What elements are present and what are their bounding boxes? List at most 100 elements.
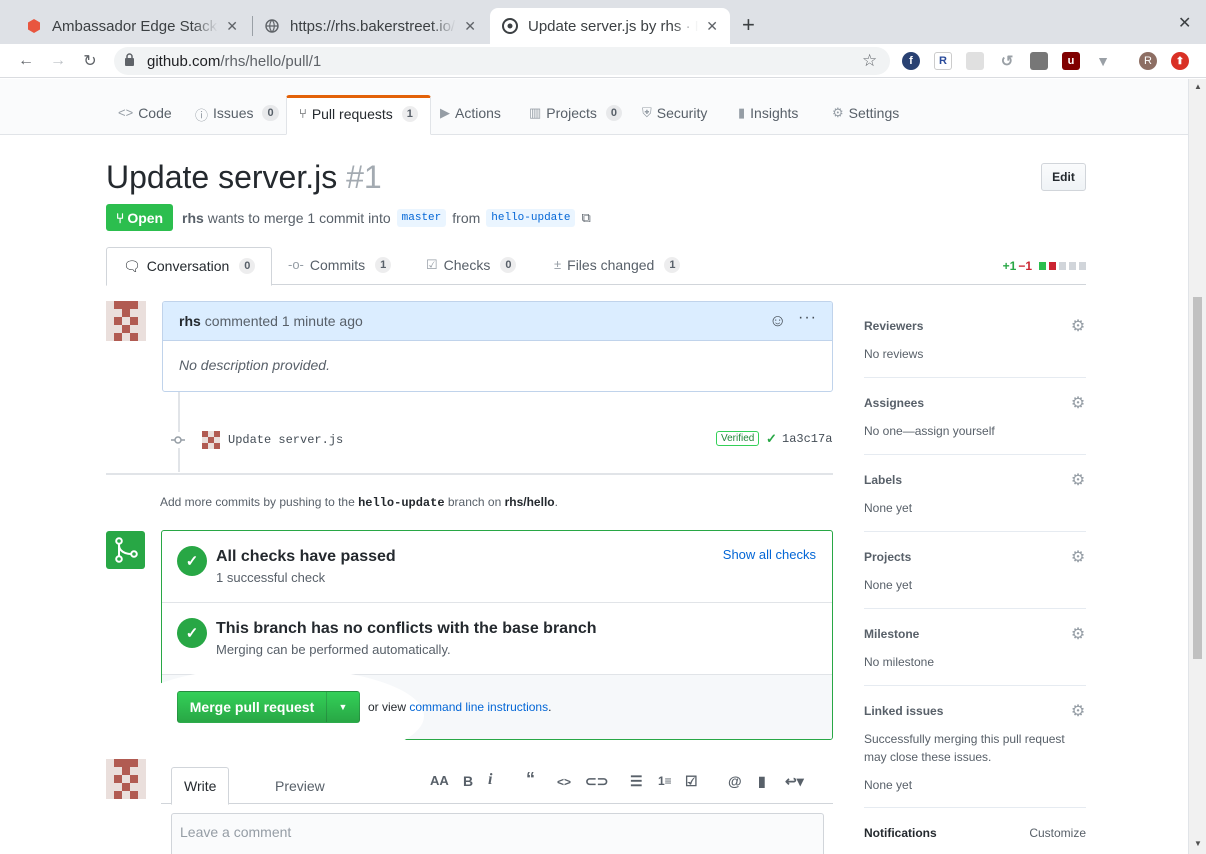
lock-icon (124, 53, 138, 69)
head-branch[interactable]: hello-update (486, 208, 576, 227)
show-all-checks-link[interactable]: Show all checks (723, 547, 816, 562)
gear-icon[interactable]: ⚙ (1070, 319, 1086, 335)
italic-icon[interactable]: i (488, 771, 492, 789)
profile-avatar[interactable]: R (1139, 52, 1157, 70)
browser-tab-ambassador[interactable]: Ambassador Edge Stack E ✕ (14, 8, 250, 44)
text-size-icon[interactable]: AA (430, 773, 449, 788)
diff-stat: +1 −1 (1003, 259, 1086, 273)
sidebar-reviewers: Reviewers ⚙ No reviews (864, 319, 1086, 378)
ambassador-favicon-icon (26, 18, 42, 34)
comment-timestamp[interactable]: 1 minute ago (282, 313, 363, 329)
conflicts-title: This branch has no conflicts with the ba… (216, 620, 597, 637)
close-tab-icon[interactable]: ✕ (706, 18, 718, 35)
quote-icon[interactable]: “ (526, 769, 535, 790)
assign-yourself-link[interactable]: No one—assign yourself (864, 422, 1074, 440)
reload-icon[interactable]: ↻ (80, 51, 100, 71)
browser-tab-github-pr[interactable]: Update server.js by rhs · P ✕ (490, 8, 730, 44)
check-circle-icon: ✓ (177, 618, 207, 648)
link-icon[interactable]: ⊂⊃ (585, 773, 608, 790)
ublock-extension-icon[interactable]: u (1062, 52, 1080, 70)
tab-write[interactable]: Write (171, 767, 230, 805)
repo-tab-security[interactable]: ⛨ Security (630, 95, 719, 135)
avatar[interactable] (106, 759, 146, 799)
merge-pull-request-button[interactable]: Merge pull request (177, 691, 327, 723)
comment-body: No description provided. (179, 357, 330, 373)
grid-extension-icon[interactable] (966, 52, 984, 70)
new-tab-button[interactable]: + (742, 12, 755, 38)
window-close-button[interactable]: ✕ (1178, 13, 1191, 33)
repo-tab-issues[interactable]: ⓘ Issues 0 (183, 95, 291, 135)
pull-request-icon: ⑂ (299, 106, 307, 121)
tab-checks[interactable]: ☑ Checks 0 (410, 247, 532, 285)
history-extension-icon[interactable]: ↺ (998, 52, 1016, 70)
browser-tab-bakerstreet[interactable]: https://rhs.bakerstreet.io/ ✕ (252, 8, 488, 44)
scroll-up-icon[interactable]: ▲ (1194, 82, 1202, 91)
merge-method-dropdown[interactable]: ▼ (326, 691, 360, 723)
repo-tab-actions[interactable]: ▶ Actions (428, 95, 513, 135)
comment-textarea[interactable]: Leave a comment (171, 813, 824, 854)
repo-tab-code[interactable]: <> Code (106, 95, 184, 135)
customize-link[interactable]: Customize (1029, 826, 1086, 840)
repo-tab-pull-requests[interactable]: ⑂ Pull requests 1 (286, 95, 431, 135)
address-bar[interactable]: github.com/rhs/hello/pull/1 ☆ (114, 47, 890, 75)
close-tab-icon[interactable]: ✕ (226, 18, 238, 35)
unordered-list-icon[interactable]: ☰ (630, 773, 643, 790)
edit-title-button[interactable]: Edit (1041, 163, 1086, 191)
fedora-extension-icon[interactable]: f (902, 52, 920, 70)
diff-block (1049, 262, 1056, 270)
pr-meta: rhs wants to merge 1 commit into master … (182, 208, 591, 227)
bookmark-star-icon[interactable]: ☆ (862, 51, 877, 71)
base-branch[interactable]: master (396, 208, 447, 227)
comment-header: rhs commented 1 minute ago ☺ ··· (163, 302, 832, 341)
comment-icon: 🗨︎ (123, 258, 141, 274)
tab-commits[interactable]: -o- Commits 1 (272, 247, 407, 285)
commit-message-link[interactable]: Update server.js (228, 433, 343, 447)
tab-files-changed[interactable]: ± Files changed 1 (538, 247, 696, 285)
avatar[interactable] (106, 301, 146, 341)
gear-icon[interactable]: ⚙ (1070, 396, 1086, 412)
checks-subtitle: 1 successful check (216, 570, 326, 585)
ordered-list-icon[interactable]: 1≡ (658, 774, 672, 788)
comment-author[interactable]: rhs (179, 313, 201, 329)
scrollbar[interactable]: ▲ ▼ (1188, 79, 1206, 854)
author-link[interactable]: rhs (182, 210, 204, 226)
scrollbar-thumb[interactable] (1193, 297, 1202, 659)
tab-preview[interactable]: Preview (263, 767, 337, 804)
emoji-reaction-icon[interactable]: ☺ (769, 311, 786, 331)
repo-tab-settings[interactable]: ⚙ Settings (820, 95, 911, 135)
scroll-down-icon[interactable]: ▼ (1194, 839, 1202, 848)
check-icon[interactable]: ✓ (766, 431, 777, 447)
gear-icon[interactable]: ⚙ (1070, 550, 1086, 566)
project-icon: ▥ (529, 105, 542, 120)
repo-tab-projects[interactable]: ▥ Projects 0 (517, 95, 634, 135)
play-icon: ▶ (440, 105, 450, 120)
gear-icon[interactable]: ⚙ (1070, 627, 1086, 643)
commit-sha-link[interactable]: 1a3c17a (782, 432, 832, 446)
bold-icon[interactable]: B (463, 773, 473, 789)
gear-icon[interactable]: ⚙ (1070, 704, 1086, 720)
sidebar-notifications: Notifications Customize (864, 826, 1086, 840)
browser-tab-bar: Ambassador Edge Stack E ✕ https://rhs.ba… (0, 0, 1206, 44)
tab-conversation[interactable]: 🗨︎ Conversation 0 (106, 247, 273, 286)
mention-icon[interactable]: @ (728, 773, 742, 789)
command-line-instructions-link[interactable]: command line instructions (409, 700, 548, 714)
clipboard-icon[interactable]: ⧉ (581, 210, 590, 226)
reply-icon[interactable]: ↩▾ (785, 773, 804, 790)
commit-avatar[interactable] (202, 431, 220, 449)
gear-icon[interactable]: ⚙ (1070, 473, 1086, 489)
image-extension-icon[interactable] (1030, 52, 1048, 70)
vue-extension-icon[interactable]: ▼ (1094, 52, 1112, 70)
r-extension-icon[interactable]: R (934, 52, 952, 70)
back-arrow-icon[interactable]: ← (16, 51, 36, 71)
repo-tab-insights[interactable]: ▮ Insights (726, 95, 810, 135)
task-list-icon[interactable]: ☑ (685, 773, 698, 790)
comment-form: Write Preview AA B i “ <> ⊂⊃ ☰ 1≡ ☑ @ ▮ … (161, 757, 833, 854)
more-options-icon[interactable]: ··· (798, 309, 817, 327)
code-icon[interactable]: <> (557, 775, 571, 789)
bookmark-icon[interactable]: ▮ (758, 773, 766, 790)
verified-badge[interactable]: Verified (716, 431, 760, 446)
update-icon[interactable]: ⬆ (1171, 52, 1189, 70)
forward-arrow-icon[interactable]: → (48, 51, 68, 71)
conflicts-subtitle: Merging can be performed automatically. (216, 642, 451, 657)
close-tab-icon[interactable]: ✕ (464, 18, 476, 35)
